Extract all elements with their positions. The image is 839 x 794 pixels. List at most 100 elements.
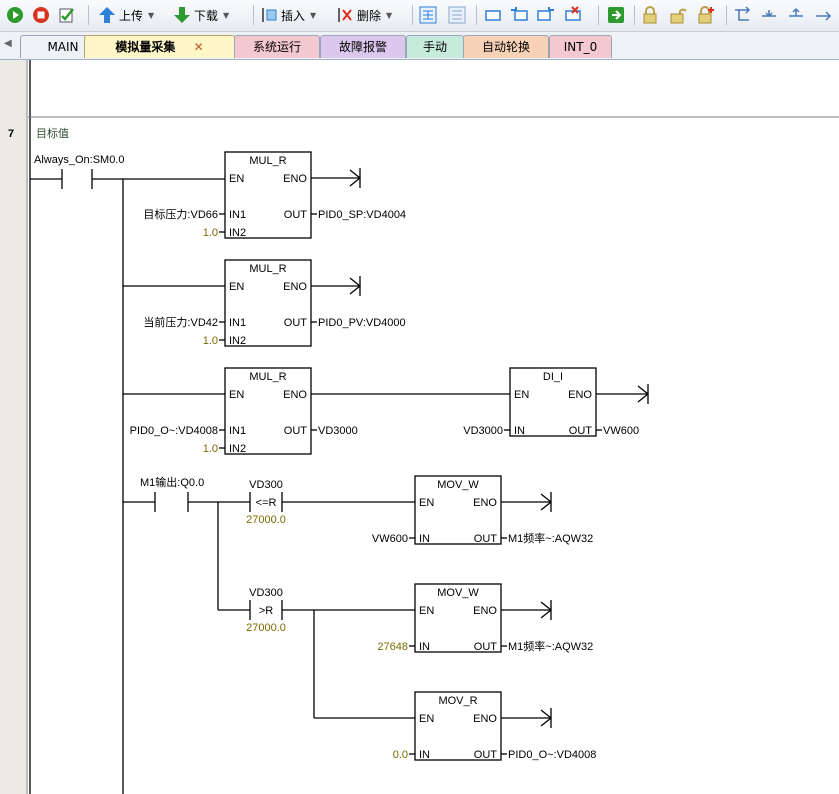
upload-button[interactable]: 上传 ▼ [98, 3, 154, 27]
insert-button[interactable]: 插入 ▼ [260, 3, 316, 27]
wire-right-icon [814, 6, 832, 24]
pin-out: OUT [474, 533, 498, 545]
box-title: MOV_W [437, 587, 479, 599]
box-icon [484, 6, 502, 24]
contact-always-on-label: Always_On:SM0.0 [34, 154, 124, 166]
pin-out: OUT [284, 317, 308, 329]
tab-fault-alarm[interactable]: 故障报警 [320, 35, 406, 58]
upload-label: 上传 [119, 8, 144, 23]
box-button[interactable] [484, 3, 502, 27]
toolbar-separator [598, 5, 599, 25]
pin-in2: IN2 [229, 227, 246, 239]
operand-out: VW600 [603, 425, 639, 437]
toolbar-separator [476, 5, 477, 25]
network-tool-button-2[interactable] [448, 3, 466, 27]
network-icon [448, 6, 466, 24]
branch-right-button[interactable] [537, 3, 555, 27]
chevron-down-icon[interactable]: ▼ [223, 11, 229, 20]
delete-button[interactable]: 删除 ▼ [336, 3, 392, 27]
operand-in1: PID0_O~:VD4008 [130, 425, 218, 437]
insert-icon [260, 6, 278, 24]
toolbar-separator [412, 5, 413, 25]
pin-in1: IN1 [229, 425, 246, 437]
operand-out: PID0_O~:VD4008 [508, 749, 596, 761]
network-comment: 目标值 [36, 126, 69, 140]
branch-left-button[interactable] [510, 3, 528, 27]
ladder-diagram: 7 目标值 Always_On:SM0.0 M1输出:Q0.0 MUL_R EN… [8, 60, 839, 794]
wire-down-button[interactable] [760, 3, 778, 27]
wire-up-button[interactable] [787, 3, 805, 27]
chevron-down-icon[interactable]: ▼ [148, 11, 154, 20]
pin-in: IN [419, 641, 430, 653]
delete-box-icon [564, 6, 582, 24]
pin-eno: ENO [473, 605, 497, 617]
lock-button[interactable] [641, 3, 659, 27]
tab-manual[interactable]: 手动 [406, 35, 464, 58]
network-tool-button[interactable] [419, 3, 437, 27]
pin-eno: ENO [283, 173, 307, 185]
pin-in1: IN1 [229, 209, 246, 221]
pin-en: EN [419, 605, 434, 617]
tab-int0[interactable]: INT_0 [549, 35, 612, 58]
pin-en: EN [229, 389, 244, 401]
operand-in2: 1.0 [203, 443, 218, 455]
ladder-editor[interactable]: 7 目标值 Always_On:SM0.0 M1输出:Q0.0 MUL_R EN… [0, 60, 839, 794]
pin-in: IN [419, 749, 430, 761]
tab-analog-acquisition[interactable]: 模拟量采集 ✕ [84, 35, 235, 58]
pin-in1: IN1 [229, 317, 246, 329]
pin-eno: ENO [283, 389, 307, 401]
pin-en: EN [419, 497, 434, 509]
stop-button[interactable] [32, 3, 50, 27]
pin-in2: IN2 [229, 335, 246, 347]
contact-m1-label: M1输出:Q0.0 [140, 475, 204, 489]
tab-label: MAIN [47, 40, 79, 54]
box-title: MOV_R [438, 695, 477, 707]
wire-right-button[interactable] [814, 3, 832, 27]
pin-en: EN [229, 173, 244, 185]
tab-system-run[interactable]: 系统运行 [234, 35, 320, 58]
compile-button[interactable] [58, 3, 76, 27]
scroll-left-icon[interactable]: ◀ [4, 38, 12, 49]
close-icon[interactable]: ✕ [194, 40, 204, 54]
operand-out: VD3000 [318, 425, 358, 437]
pin-en: EN [514, 389, 529, 401]
pin-eno: ENO [473, 713, 497, 725]
compare-op: <=R [256, 497, 277, 509]
chevron-down-icon[interactable]: ▼ [386, 11, 392, 20]
operand-in1: 当前压力:VD42 [143, 315, 218, 329]
branch-right-icon [537, 6, 555, 24]
box-title: DI_I [543, 371, 563, 383]
pin-in2: IN2 [229, 443, 246, 455]
download-label: 下载 [194, 8, 219, 23]
toolbar-separator [726, 5, 727, 25]
wire-down-icon [760, 6, 778, 24]
pin-out: OUT [284, 209, 308, 221]
operand-in: 0.0 [393, 749, 408, 761]
compile-icon [58, 6, 76, 24]
branch-left-icon [510, 6, 528, 24]
arrow-down-icon [173, 6, 191, 24]
compare-operand-a: VD300 [249, 479, 283, 491]
download-button[interactable]: 下载 ▼ [173, 3, 229, 27]
go-button[interactable] [607, 3, 625, 27]
tab-auto-rotation[interactable]: 自动轮换 [463, 35, 549, 58]
operand-in1: 目标压力:VD66 [143, 207, 218, 221]
run-button[interactable] [6, 3, 24, 27]
unlock-button[interactable] [669, 3, 687, 27]
operand-in: VW600 [372, 533, 408, 545]
tab-bar: ◀ MAIN 模拟量采集 ✕ 系统运行 故障报警 手动 自动轮换 INT_0 [0, 32, 839, 60]
toolbar: 上传 ▼ 下载 ▼ 插入 ▼ 删除 ▼ [0, 0, 839, 32]
run-icon [6, 6, 24, 24]
insert-label: 插入 [281, 8, 306, 23]
stop-icon [32, 6, 50, 24]
lock-add-button[interactable] [697, 3, 715, 27]
box-title: MUL_R [249, 371, 286, 383]
wire-tool-button[interactable] [733, 3, 751, 27]
chevron-down-icon[interactable]: ▼ [310, 11, 316, 20]
go-icon [607, 6, 625, 24]
box-title: MUL_R [249, 155, 286, 167]
delete-box-button[interactable] [564, 3, 582, 27]
toolbar-separator [253, 5, 254, 25]
pin-eno: ENO [283, 281, 307, 293]
lock-add-icon [697, 6, 715, 24]
